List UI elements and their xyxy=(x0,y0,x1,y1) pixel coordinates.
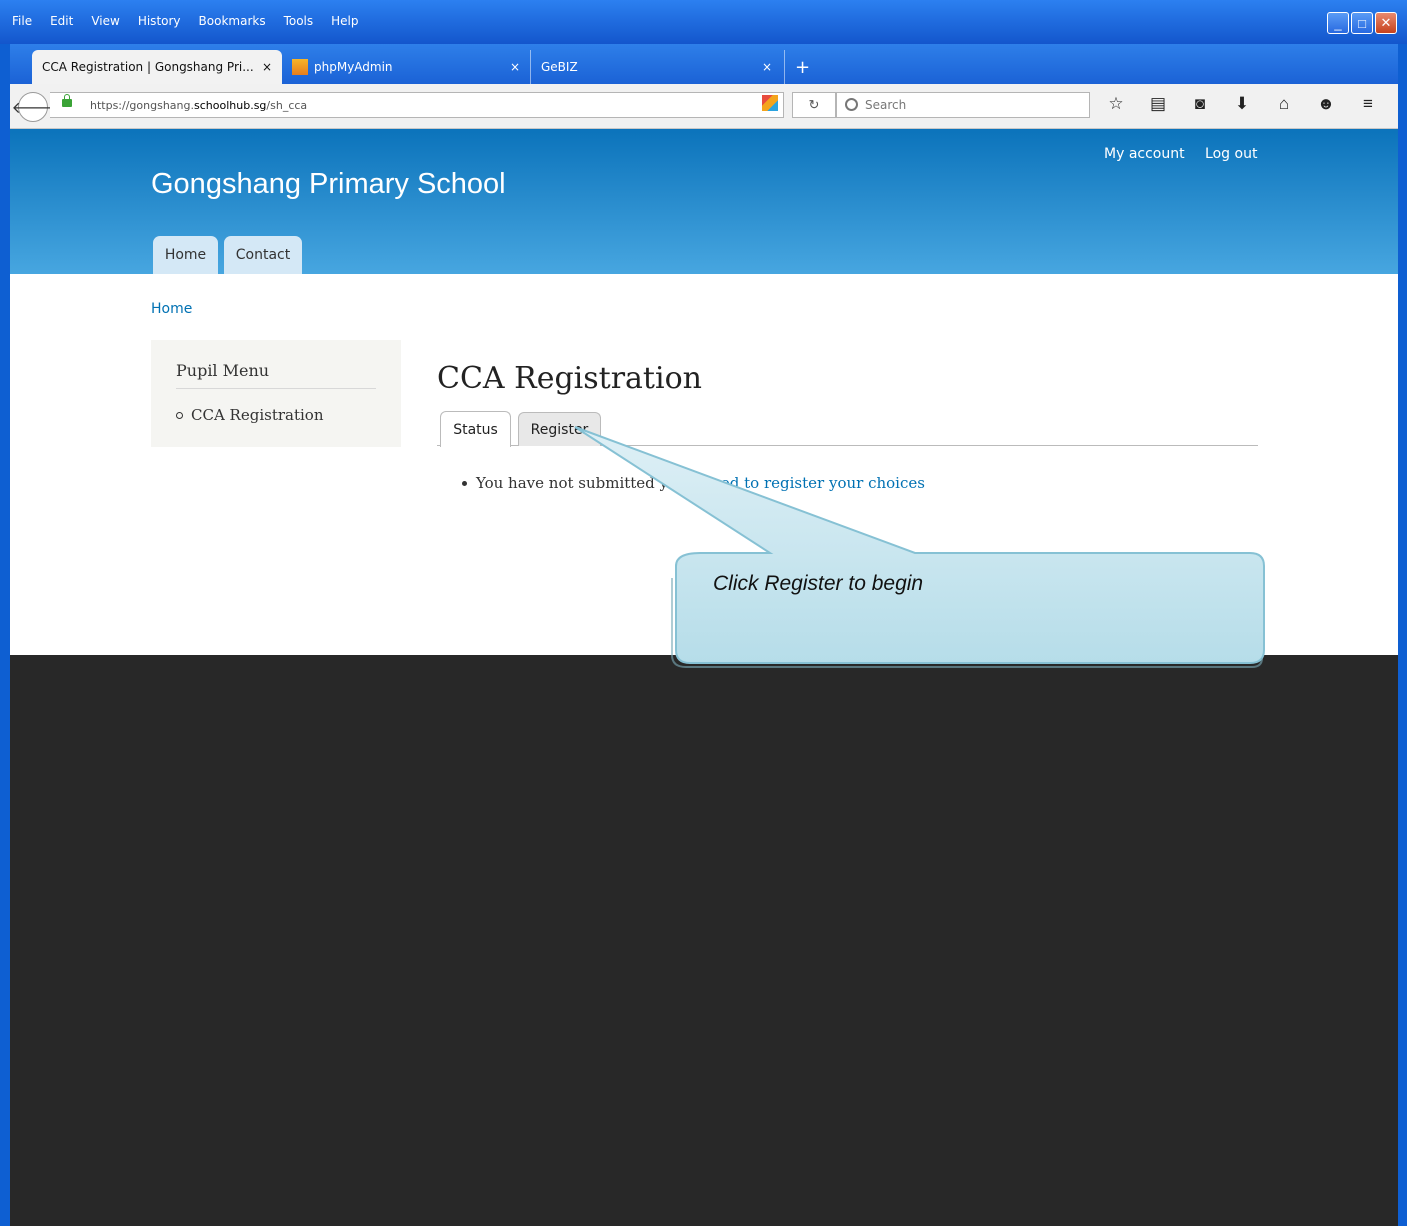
callout-text: Click Register to begin xyxy=(713,572,924,595)
callout-shape xyxy=(574,426,1265,668)
